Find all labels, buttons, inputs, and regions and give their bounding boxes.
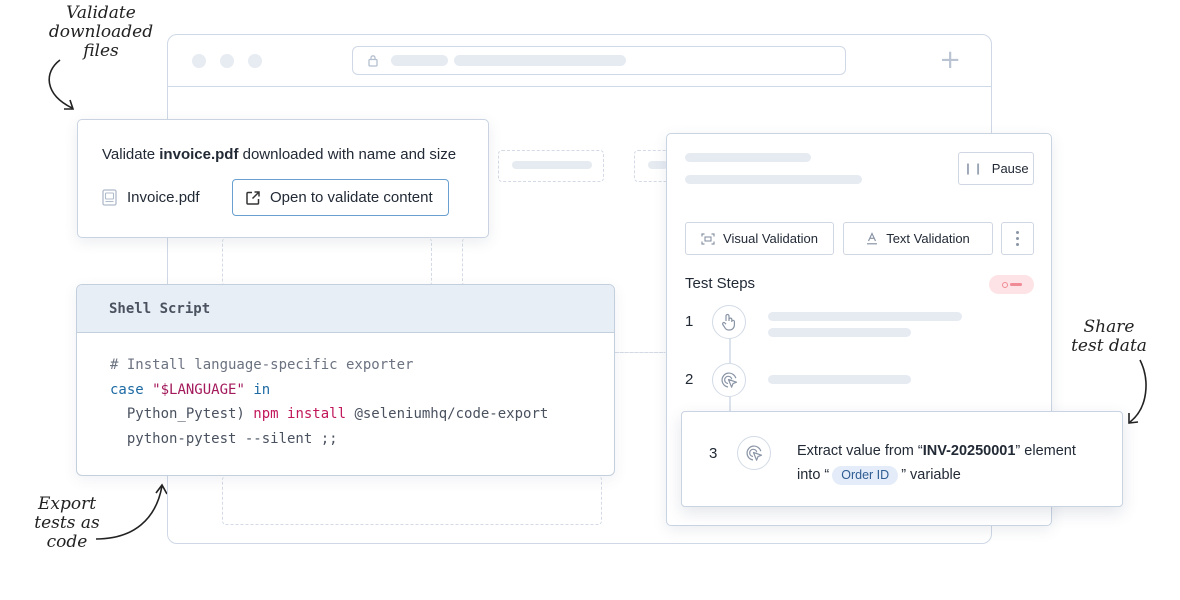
annotation-line: downloaded bbox=[48, 22, 154, 42]
code-text: python-pytest --silent ;; bbox=[110, 430, 338, 447]
code-text: @seleniumhq/code-export bbox=[346, 406, 549, 422]
step-item[interactable] bbox=[712, 363, 746, 397]
more-dot bbox=[1016, 243, 1019, 246]
variable-chip[interactable]: Order ID bbox=[832, 466, 899, 485]
pdf-file-icon bbox=[102, 189, 117, 206]
element-value: INV-20250001 bbox=[922, 443, 1016, 459]
code-keyword: case bbox=[110, 381, 144, 398]
url-placeholder bbox=[391, 55, 448, 66]
window-dot-maximize[interactable] bbox=[248, 54, 262, 68]
record-toggle[interactable] bbox=[989, 275, 1034, 294]
record-icon bbox=[1001, 281, 1008, 288]
annotation-share-test-data: Share test data bbox=[1064, 318, 1154, 356]
title-suffix: downloaded with name and size bbox=[238, 146, 457, 163]
arrow-validate bbox=[48, 59, 75, 110]
invoice-validation-card: Validate invoice.pdf downloaded with nam… bbox=[77, 119, 489, 238]
pause-label: Pause bbox=[991, 161, 1029, 176]
placeholder-bar bbox=[768, 312, 962, 321]
url-placeholder bbox=[454, 55, 626, 66]
arrow-export bbox=[95, 483, 168, 540]
pause-button[interactable]: ❙❙ Pause bbox=[958, 152, 1034, 185]
new-tab-icon[interactable]: + bbox=[939, 46, 961, 74]
tap-icon bbox=[722, 313, 735, 331]
placeholder-column bbox=[462, 238, 492, 286]
annotation-validate-downloaded-files: Validate downloaded files bbox=[46, 4, 156, 61]
placeholder-bar bbox=[512, 161, 592, 169]
text-validation-button[interactable]: Text Validation bbox=[843, 222, 993, 255]
shell-script-header: Shell Script bbox=[77, 285, 614, 333]
step-connector bbox=[729, 338, 731, 364]
placeholder-bar bbox=[768, 328, 911, 337]
annotation-line: Share bbox=[1083, 317, 1135, 337]
step-3-description: Extract value from “INV-20250001” elemen… bbox=[797, 439, 1112, 487]
annotation-line: Validate bbox=[66, 3, 136, 23]
text-validation-icon bbox=[867, 232, 878, 245]
step-text: into “ bbox=[797, 467, 830, 483]
placeholder-region bbox=[222, 476, 602, 525]
title-filename: invoice.pdf bbox=[159, 146, 239, 163]
external-link-icon bbox=[246, 190, 260, 205]
extract-icon bbox=[746, 445, 763, 461]
more-dot bbox=[1016, 231, 1019, 234]
code-string: "$LANGUAGE" bbox=[152, 381, 245, 398]
visual-validation-icon bbox=[701, 232, 715, 245]
step-text: Extract value from “ bbox=[797, 443, 923, 459]
code-comment: # Install language-specific exporter bbox=[110, 357, 414, 373]
window-dot-close[interactable] bbox=[192, 54, 206, 68]
lock-icon bbox=[368, 55, 378, 67]
window-dot-minimize[interactable] bbox=[220, 54, 234, 68]
visual-validation-button[interactable]: Visual Validation bbox=[685, 222, 834, 255]
step-text: ” element bbox=[1015, 443, 1076, 459]
step-number: 3 bbox=[709, 445, 718, 462]
more-dot bbox=[1016, 237, 1019, 240]
step-number: 2 bbox=[685, 371, 694, 388]
placeholder-bar bbox=[685, 153, 811, 162]
placeholder-bar bbox=[648, 161, 668, 169]
annotation-line: test data bbox=[1071, 336, 1147, 356]
placeholder-bar bbox=[685, 175, 862, 184]
more-options-button[interactable] bbox=[1001, 222, 1034, 255]
downloaded-file: Invoice.pdf bbox=[102, 189, 200, 206]
step-text: ” variable bbox=[901, 467, 961, 483]
toggle-track bbox=[1009, 283, 1022, 286]
text-validation-label: Text Validation bbox=[886, 231, 970, 246]
open-to-validate-button[interactable]: Open to validate content bbox=[232, 179, 449, 216]
test-steps-title: Test Steps bbox=[685, 275, 756, 292]
placeholder-column bbox=[222, 238, 432, 286]
step-number: 1 bbox=[685, 313, 694, 330]
code-text: Python_Pytest) bbox=[110, 406, 254, 422]
open-button-label: Open to validate content bbox=[270, 189, 433, 206]
code-block: # Install language-specific exporter cas… bbox=[110, 353, 548, 451]
title-prefix: Validate bbox=[102, 146, 160, 163]
shell-script-card: Shell Script # Install language-specific… bbox=[76, 284, 615, 476]
address-bar[interactable] bbox=[352, 46, 846, 75]
visual-validation-label: Visual Validation bbox=[723, 231, 818, 246]
placeholder-bar bbox=[768, 375, 911, 384]
code-command: npm install bbox=[253, 406, 347, 422]
placeholder-line bbox=[614, 352, 666, 353]
code-keyword: in bbox=[253, 381, 271, 398]
pause-icon: ❙❙ bbox=[963, 163, 984, 175]
invoice-validation-title: Validate invoice.pdf downloaded with nam… bbox=[102, 146, 456, 163]
browser-toolbar: + bbox=[168, 35, 991, 87]
extract-icon bbox=[721, 372, 738, 388]
step-item[interactable] bbox=[712, 305, 746, 339]
arrow-share bbox=[1128, 359, 1147, 424]
file-name: Invoice.pdf bbox=[127, 189, 200, 206]
step-3-card[interactable]: 3 Extract value from “INV-20250001” elem… bbox=[681, 411, 1123, 507]
step-icon bbox=[737, 436, 771, 470]
